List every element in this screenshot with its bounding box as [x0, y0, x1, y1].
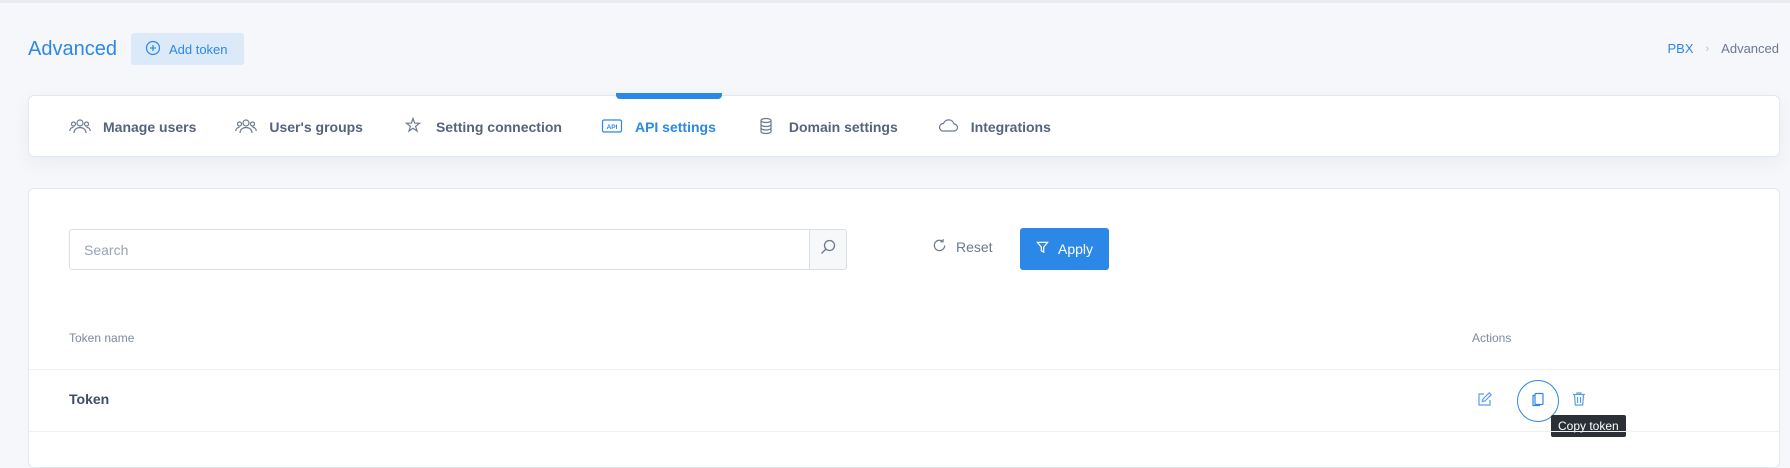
tab-setting-connection[interactable]: Setting connection [402, 116, 562, 138]
breadcrumb-separator: › [1705, 42, 1710, 55]
page-header: Advanced Add token [28, 33, 244, 65]
search-input[interactable] [69, 229, 809, 270]
tab-bar: Manage users User's groups Setting conne… [69, 96, 1090, 158]
add-token-button[interactable]: Add token [130, 33, 244, 65]
users-icon [69, 117, 91, 138]
tab-label: User's groups [269, 119, 363, 135]
filter-icon [1036, 241, 1049, 257]
breadcrumb-item-advanced: Advanced [1721, 41, 1779, 56]
row-divider [29, 369, 1779, 370]
svg-text:API: API [607, 124, 618, 131]
copy-icon [1530, 391, 1546, 412]
tab-manage-users[interactable]: Manage users [69, 117, 196, 138]
row-divider [29, 431, 1779, 432]
delete-token-button[interactable] [1569, 391, 1589, 411]
breadcrumb: PBX › Advanced [1667, 41, 1779, 56]
trash-icon [1571, 391, 1587, 412]
database-icon [755, 117, 777, 138]
apply-label: Apply [1057, 241, 1094, 257]
tab-label: API settings [634, 119, 716, 135]
search-icon [820, 239, 836, 260]
token-name-cell: Token [69, 391, 110, 407]
edit-token-button[interactable] [1475, 391, 1495, 411]
reset-label: Reset [956, 239, 993, 255]
refresh-icon [932, 238, 947, 256]
sparkle-icon [402, 116, 424, 138]
breadcrumb-item-pbx[interactable]: PBX [1667, 41, 1693, 56]
reset-button[interactable]: Reset [932, 238, 993, 256]
page-title: Advanced [28, 37, 117, 60]
search-bar [69, 229, 847, 270]
api-icon: API [601, 117, 623, 138]
tabs-card: Manage users User's groups Setting conne… [28, 93, 1780, 158]
tab-label: Manage users [103, 119, 197, 135]
tab-integrations[interactable]: Integrations [937, 117, 1051, 138]
add-token-label: Add token [168, 41, 228, 57]
cloud-icon [937, 117, 959, 138]
edit-icon [1477, 391, 1493, 412]
tab-label: Integrations [970, 119, 1051, 135]
plus-circle-icon [145, 40, 161, 59]
tab-api-settings[interactable]: API API settings [601, 117, 716, 138]
apply-button[interactable]: Apply [1020, 228, 1109, 270]
copy-token-tooltip: Copy token [1551, 415, 1626, 437]
tab-users-groups[interactable]: User's groups [235, 117, 363, 138]
tab-domain-settings[interactable]: Domain settings [755, 117, 898, 138]
column-header-actions: Actions [1472, 331, 1512, 345]
column-header-token-name: Token name [69, 331, 135, 345]
search-button[interactable] [809, 229, 847, 270]
tab-label: Domain settings [788, 119, 898, 135]
groups-icon [235, 117, 258, 138]
tab-label: Setting connection [435, 119, 562, 135]
top-border [0, 0, 1790, 3]
tokens-card: Reset Apply Token name Actions Token [28, 188, 1780, 468]
